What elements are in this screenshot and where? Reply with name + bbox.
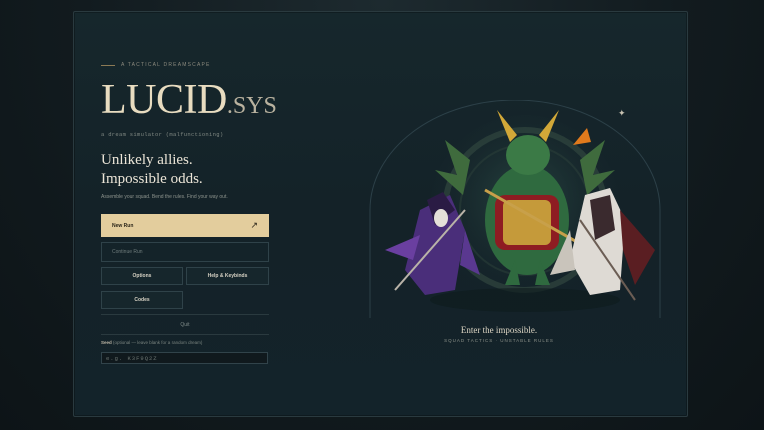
hero-caption: Enter the impossible. (460, 325, 538, 335)
game-title: LUCID.SYS (101, 79, 277, 121)
tagline-rule (101, 64, 115, 66)
codes-button[interactable]: Codes (101, 291, 183, 309)
game-subtitle: a dream simulator (malfunctioning) (101, 131, 224, 138)
seed-label-title: Seed (101, 340, 112, 345)
help-label: Help & Keybinds (207, 273, 248, 279)
arrow-up-right-icon: ↗ (250, 220, 258, 230)
seed-hint: (optional — leave blank for a random dre… (113, 340, 203, 345)
options-button[interactable]: Options (101, 267, 183, 285)
tagline: A TACTICAL DREAMSCAPE (101, 62, 211, 68)
codes-label: Codes (134, 297, 150, 303)
headline-line-2: Impossible odds. (101, 171, 203, 187)
help-keybinds-button[interactable]: Help & Keybinds (186, 267, 269, 285)
intro-blurb: Assemble your squad. Bend the rules. Fin… (101, 194, 228, 200)
title-main: LUCID (101, 77, 227, 123)
tagline-text: A TACTICAL DREAMSCAPE (121, 62, 211, 68)
quit-label: Quit (180, 321, 190, 328)
options-label: Options (132, 273, 152, 279)
quit-button[interactable]: Quit (101, 314, 269, 335)
title-suffix: .SYS (226, 93, 277, 119)
continue-run-label: Continue Run (112, 249, 143, 255)
continue-run-button[interactable]: Continue Run (101, 242, 269, 262)
seed-input[interactable] (101, 352, 268, 364)
seed-label: Seed (optional — leave blank for a rando… (101, 340, 202, 345)
sparkle-icon: ✦ (618, 108, 626, 118)
headline-line-1: Unlikely allies. (101, 152, 193, 168)
new-run-label: New Run (112, 222, 134, 229)
new-run-button[interactable]: New Run ↗ (101, 214, 269, 237)
character-art-illustration (369, 100, 661, 318)
headline: Unlikely allies. Impossible odds. (101, 151, 203, 189)
hero-subcaption: SQUAD TACTICS · UNSTABLE RULES (444, 338, 554, 343)
